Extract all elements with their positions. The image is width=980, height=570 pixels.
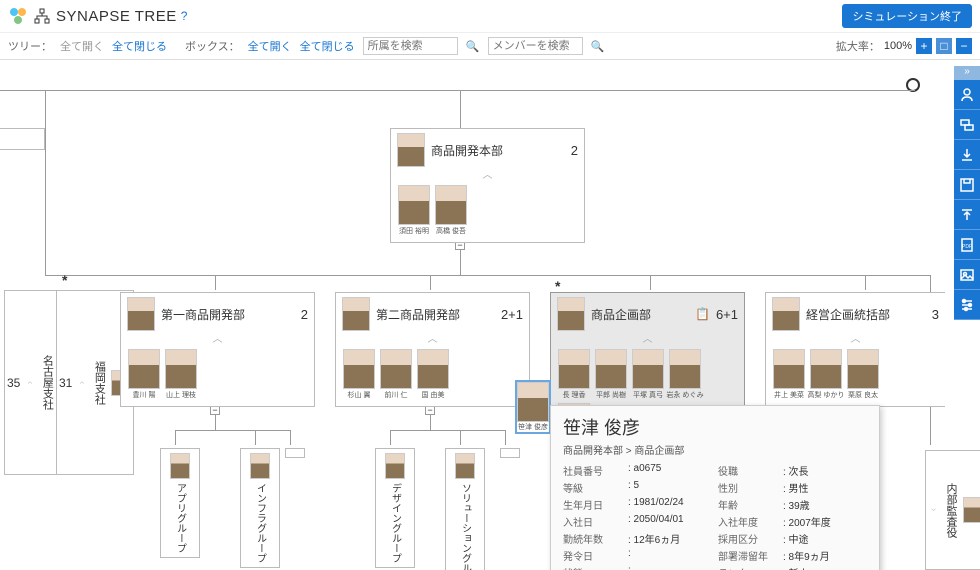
zoom-label: 拡大率：	[836, 38, 880, 54]
leaf-group[interactable]	[500, 448, 520, 458]
avatar[interactable]	[343, 349, 375, 389]
org-name: 商品開発本部	[431, 142, 565, 159]
avatar[interactable]	[398, 185, 430, 225]
rail-upload-icon[interactable]	[954, 200, 980, 230]
avatar[interactable]	[847, 349, 879, 389]
zoom-value: 100%	[884, 40, 912, 52]
asterisk-marker: *	[62, 272, 67, 288]
avatar	[557, 297, 585, 331]
avatar[interactable]	[558, 349, 590, 389]
leaf-group[interactable]	[285, 448, 305, 458]
app-logo-icon	[8, 6, 28, 26]
avatar	[963, 497, 980, 523]
org-count: 2	[571, 143, 578, 158]
caret-up-icon[interactable]: ︿	[121, 335, 314, 345]
dragging-member[interactable]: 笹津 俊彦	[515, 380, 551, 434]
tree-icon	[34, 8, 50, 24]
app-title: SYNAPSE TREE	[56, 8, 177, 25]
box-close-all[interactable]: 全て閉じる	[300, 38, 355, 54]
avatar	[397, 133, 425, 167]
search-member-icon[interactable]: 🔍	[591, 39, 605, 53]
tree-canvas[interactable]: − − − * * 2 名古屋支社 ‹ 35 福岡支社 ‹ 31 内部監査役 ›…	[0, 60, 980, 570]
avatar[interactable]	[435, 185, 467, 225]
caret-up-icon[interactable]: ︿	[336, 335, 529, 345]
avatar[interactable]	[165, 349, 197, 389]
rail-settings-icon[interactable]	[954, 290, 980, 320]
avatar	[342, 297, 370, 331]
caret-up-icon[interactable]: ︿	[391, 171, 584, 181]
rail-pdf-icon[interactable]: PDF	[954, 230, 980, 260]
detail-name: 笹津 俊彦	[563, 414, 867, 440]
box-open-all[interactable]: 全て開く	[248, 38, 292, 54]
avatar[interactable]	[380, 349, 412, 389]
search-member-input[interactable]	[488, 37, 583, 55]
avatar	[517, 382, 549, 422]
rail-download-icon[interactable]	[954, 140, 980, 170]
caret-up-icon[interactable]: ︿	[551, 335, 744, 345]
leaf-group[interactable]: アプリグループ	[160, 448, 200, 558]
chevron-icon: ›	[928, 508, 939, 511]
chevron-icon: ‹	[76, 381, 87, 384]
zoom-reset-button[interactable]: □	[936, 38, 952, 54]
rail-save-icon[interactable]	[954, 170, 980, 200]
right-toolbar: » PDF	[954, 66, 980, 320]
end-simulation-button[interactable]: シミュレーション終了	[842, 4, 972, 28]
tree-close-all[interactable]: 全て閉じる	[112, 38, 167, 54]
avatar	[170, 453, 190, 479]
clipboard-icon[interactable]: 📋	[695, 307, 710, 321]
detail-breadcrumb: 商品開発本部 > 商品企画部	[563, 442, 867, 457]
avatar[interactable]	[669, 349, 701, 389]
box-label: ボックス：	[185, 38, 240, 54]
rail-person-icon[interactable]	[954, 80, 980, 110]
avatar	[127, 297, 155, 331]
avatar[interactable]	[773, 349, 805, 389]
avatar[interactable]	[128, 349, 160, 389]
avatar[interactable]	[417, 349, 449, 389]
rail-expand-handle[interactable]: »	[954, 66, 980, 80]
search-dept-icon[interactable]: 🔍	[466, 39, 480, 53]
chevron-icon: ‹	[24, 381, 35, 384]
leaf-group[interactable]: インフラグループ	[240, 448, 280, 568]
avatar[interactable]	[632, 349, 664, 389]
rail-image-icon[interactable]	[954, 260, 980, 290]
avatar	[455, 453, 475, 479]
tree-label: ツリー：	[8, 38, 52, 54]
leaf-group[interactable]: デザイングループ	[375, 448, 415, 568]
rail-cards-icon[interactable]	[954, 110, 980, 140]
caret-up-icon[interactable]: ︿	[766, 335, 945, 345]
side-tab-audit[interactable]: 内部監査役 ›	[925, 450, 980, 570]
leaf-group[interactable]: ソリューショングループ	[445, 448, 485, 570]
avatar[interactable]	[810, 349, 842, 389]
avatar	[250, 453, 270, 479]
zoom-out-button[interactable]: −	[956, 38, 972, 54]
zoom-in-button[interactable]: +	[916, 38, 932, 54]
help-icon[interactable]: ?	[181, 9, 188, 23]
avatar[interactable]	[595, 349, 627, 389]
svg-text:PDF: PDF	[962, 244, 972, 250]
avatar	[385, 453, 405, 479]
avatar	[772, 297, 800, 331]
search-department-input[interactable]	[363, 37, 458, 55]
member-detail-card: 笹津 俊彦 商品開発本部 > 商品企画部 社員番号: a0675役職: 次長 等…	[550, 405, 880, 570]
tree-open-all[interactable]: 全て開く	[60, 38, 104, 54]
